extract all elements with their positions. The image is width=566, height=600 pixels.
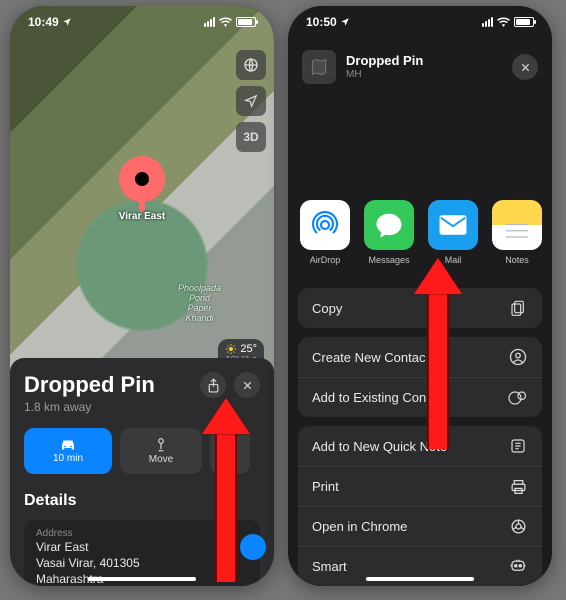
share-sheet-header: Dropped Pin MH [288, 50, 552, 84]
move-label: Move [149, 454, 173, 465]
status-bar: 10:49 [10, 6, 274, 38]
wifi-icon [219, 17, 232, 27]
share-app-airdrop[interactable]: AirDrop [300, 200, 350, 265]
directions-button[interactable]: 10 min [24, 428, 112, 474]
dropped-pin[interactable] [119, 156, 165, 202]
smart-icon [509, 559, 527, 574]
place-card: Dropped Pin 1.8 km away 10 min Move [10, 358, 274, 586]
phone-maps-detail: 10:49 3D Virar East PhoolpadaPondPaperKh… [10, 6, 274, 586]
share-button[interactable] [200, 372, 226, 398]
status-bar: 10:50 [288, 6, 552, 38]
action-create-contact[interactable]: Create New Contac [298, 337, 542, 377]
quicknote-icon [510, 438, 526, 454]
sun-icon [225, 343, 237, 355]
close-icon [242, 380, 253, 391]
share-app-messages[interactable]: Messages [364, 200, 414, 265]
map-settings-button[interactable] [236, 50, 266, 80]
address-label: Address [36, 528, 248, 539]
pin-move-icon [154, 437, 168, 453]
battery-icon [514, 17, 534, 27]
map-poi-label: PhoolpadaPondPaperKhandi [178, 284, 221, 324]
wifi-icon [497, 17, 510, 27]
location-arrow-icon [244, 94, 258, 108]
action-quick-note[interactable]: Add to New Quick Note [298, 426, 542, 466]
ellipsis-icon [222, 449, 238, 453]
home-indicator[interactable] [366, 577, 474, 581]
share-app-notes[interactable]: Notes [492, 200, 542, 265]
pin-label: Virar East [119, 211, 166, 222]
share-action-list: Copy Create New Contac Add to Existing C… [298, 288, 542, 586]
contact-add-icon [509, 348, 527, 366]
globe-icon [243, 57, 259, 73]
share-icon [207, 378, 220, 393]
action-print[interactable]: Print [298, 466, 542, 506]
map-thumbnail-icon [309, 57, 329, 77]
signal-icon [204, 17, 215, 27]
move-pin-button[interactable]: Move [120, 428, 202, 474]
action-row: 10 min Move [24, 428, 260, 474]
action-add-existing-contact[interactable]: Add to Existing Con [298, 377, 542, 417]
messages-icon [374, 211, 404, 239]
notes-icon [502, 222, 532, 242]
close-button[interactable] [512, 54, 538, 80]
action-copy[interactable]: Copy [298, 288, 542, 328]
home-indicator[interactable] [88, 577, 196, 581]
action-open-chrome[interactable]: Open in Chrome [298, 506, 542, 546]
chrome-icon [510, 518, 527, 535]
airdrop-icon [309, 209, 341, 241]
phone-share-sheet: 10:50 Dropped Pin MH AirDrop [288, 6, 552, 586]
share-app-mail[interactable]: Mail [428, 200, 478, 265]
temperature: 25° [240, 343, 257, 355]
close-icon [520, 62, 531, 73]
share-thumbnail [302, 50, 336, 84]
battery-icon [236, 17, 256, 27]
location-arrow-icon [62, 17, 72, 27]
mail-icon [438, 214, 468, 236]
map-3d-button[interactable]: 3D [236, 122, 266, 152]
place-title: Dropped Pin [24, 372, 155, 398]
map-locate-button[interactable] [236, 86, 266, 116]
status-time: 10:49 [28, 15, 59, 29]
details-heading: Details [24, 492, 260, 510]
share-subtitle: MH [346, 69, 423, 80]
print-icon [510, 479, 527, 495]
share-app-strip[interactable]: AirDrop Messages Mail Notes Re [288, 200, 552, 265]
car-icon [59, 438, 77, 452]
copy-icon [510, 299, 526, 317]
address-go-button[interactable] [240, 534, 266, 560]
close-button[interactable] [234, 372, 260, 398]
status-time: 10:50 [306, 15, 337, 29]
share-title: Dropped Pin [346, 54, 423, 68]
contact-existing-icon [508, 389, 528, 407]
place-distance: 1.8 km away [24, 400, 155, 414]
more-button[interactable] [210, 428, 250, 474]
location-arrow-icon [340, 17, 350, 27]
directions-label: 10 min [53, 453, 83, 464]
signal-icon [482, 17, 493, 27]
